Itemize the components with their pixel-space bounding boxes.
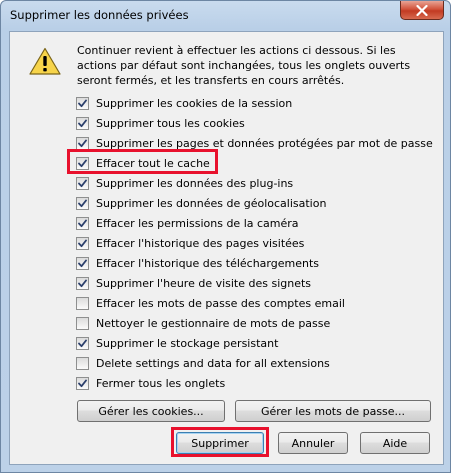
option-row[interactable]: Supprimer le stockage persistant: [76, 333, 433, 353]
option-label: Supprimer les données des plug-ins: [96, 176, 294, 190]
checkmark-icon: [78, 239, 87, 247]
option-row[interactable]: Supprimer les données des plug-ins: [76, 173, 433, 193]
option-label: Effacer l'historique des pages visitées: [96, 236, 305, 250]
manage-cookies-button[interactable]: Gérer les cookies...: [77, 400, 225, 422]
option-checkbox[interactable]: [76, 376, 89, 390]
option-checkbox[interactable]: [76, 96, 89, 110]
option-row[interactable]: Supprimer l'heure de visite des signets: [76, 273, 433, 293]
option-label: Supprimer les cookies de la session: [96, 96, 293, 110]
checkmark-icon: [78, 339, 87, 347]
option-row[interactable]: Effacer l'historique des téléchargements: [76, 253, 433, 273]
options-list: Supprimer les cookies de la session Suppr…: [76, 93, 433, 393]
option-label: Supprimer l'heure de visite des signets: [96, 276, 312, 290]
dialog-content: Continuer revient à effectuer les action…: [9, 31, 444, 465]
checkmark-icon: [78, 199, 87, 207]
option-checkbox[interactable]: [76, 356, 89, 370]
option-row[interactable]: Delete settings and data for all extensi…: [76, 353, 433, 373]
option-label: Supprimer les données de géolocalisation: [96, 196, 327, 210]
option-checkbox[interactable]: [76, 136, 89, 150]
option-checkbox[interactable]: [76, 196, 89, 210]
option-row[interactable]: Effacer les permissions de la caméra: [76, 213, 433, 233]
option-label: Nettoyer le gestionnaire de mots de pass…: [96, 316, 331, 330]
option-checkbox[interactable]: [76, 276, 89, 290]
checkmark-icon: [78, 279, 87, 287]
option-checkbox[interactable]: [76, 116, 89, 130]
highlight-delete-button: [171, 427, 269, 457]
checkmark-icon: [78, 119, 87, 127]
window-title: Supprimer les données privées: [10, 8, 189, 22]
option-label: Supprimer les pages et données protégées…: [96, 136, 433, 150]
option-label: Supprimer tous les cookies: [96, 116, 245, 130]
option-checkbox[interactable]: [76, 336, 89, 350]
warning-description: Continuer revient à effectuer les action…: [77, 44, 411, 87]
option-label: Effacer l'historique des téléchargements: [96, 256, 320, 270]
option-label: Effacer les mots de passe des comptes em…: [96, 296, 345, 310]
option-label: Effacer les permissions de la caméra: [96, 216, 299, 230]
highlight-cache-option: [67, 149, 218, 174]
option-label: Fermer tous les onglets: [96, 376, 226, 390]
close-icon: [416, 4, 428, 16]
manage-passwords-button[interactable]: Gérer les mots de passe...: [235, 400, 431, 422]
close-button[interactable]: [400, 1, 444, 20]
option-checkbox[interactable]: [76, 316, 89, 330]
option-label: Delete settings and data for all extensi…: [96, 356, 330, 370]
help-button[interactable]: Aide: [360, 432, 430, 454]
option-checkbox[interactable]: [76, 176, 89, 190]
option-row[interactable]: Effacer les mots de passe des comptes em…: [76, 293, 433, 313]
dialog-window: Supprimer les données privées Continuer …: [0, 0, 451, 473]
checkmark-icon: [78, 379, 87, 387]
checkmark-icon: [78, 219, 87, 227]
warning-icon: [29, 47, 61, 75]
checkmark-icon: [78, 139, 87, 147]
option-row[interactable]: Nettoyer le gestionnaire de mots de pass…: [76, 313, 433, 333]
option-row[interactable]: Supprimer tous les cookies: [76, 113, 433, 133]
option-checkbox[interactable]: [76, 296, 89, 310]
option-row[interactable]: Effacer l'historique des pages visitées: [76, 233, 433, 253]
checkmark-icon: [78, 259, 87, 267]
checkmark-icon: [78, 99, 87, 107]
option-checkbox[interactable]: [76, 256, 89, 270]
option-row[interactable]: Fermer tous les onglets: [76, 373, 433, 393]
option-row[interactable]: Supprimer les données de géolocalisation: [76, 193, 433, 213]
option-checkbox[interactable]: [76, 216, 89, 230]
option-row[interactable]: Supprimer les cookies de la session: [76, 93, 433, 113]
checkmark-icon: [78, 179, 87, 187]
option-label: Supprimer le stockage persistant: [96, 336, 279, 350]
cancel-button[interactable]: Annuler: [278, 432, 348, 454]
option-checkbox[interactable]: [76, 236, 89, 250]
